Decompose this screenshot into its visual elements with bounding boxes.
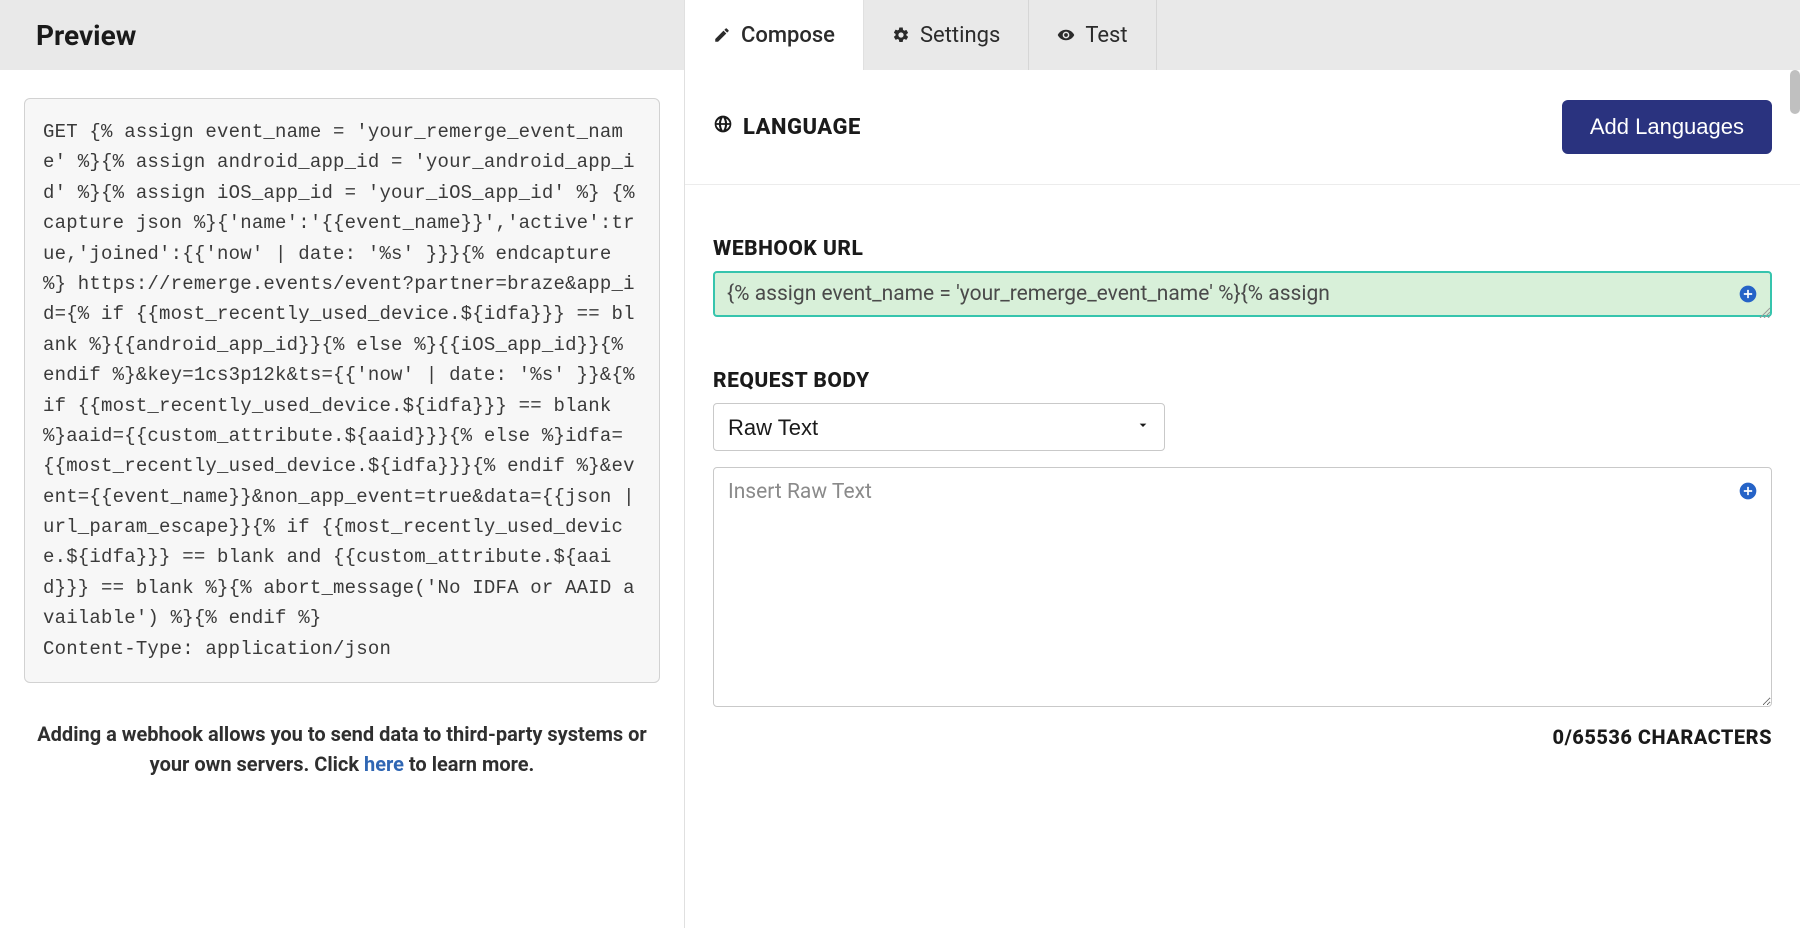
scrollbar-thumb[interactable]: [1790, 70, 1800, 114]
raw-text-wrap: [713, 467, 1772, 711]
webhook-url-input[interactable]: [713, 271, 1772, 317]
tab-settings[interactable]: Settings: [864, 0, 1029, 70]
preview-footer-post: to learn more.: [404, 752, 534, 776]
add-personalization-body-icon[interactable]: [1738, 481, 1758, 501]
character-counter: 0/65536 CHARACTERS: [713, 725, 1772, 749]
gear-icon: [892, 26, 910, 44]
language-row: LANGUAGE Add Languages: [685, 70, 1800, 185]
request-body-label: REQUEST BODY: [713, 369, 1772, 393]
tabs: Compose Settings Test: [685, 0, 1800, 70]
pencil-icon: [713, 26, 731, 44]
add-personalization-icon[interactable]: [1738, 284, 1758, 304]
learn-more-link[interactable]: here: [364, 752, 404, 776]
add-languages-button[interactable]: Add Languages: [1562, 100, 1772, 154]
tab-compose-label: Compose: [741, 23, 835, 48]
webhook-url-wrap: [713, 271, 1772, 317]
editor-panel: Compose Settings Test: [684, 0, 1800, 928]
tab-compose[interactable]: Compose: [685, 0, 864, 70]
preview-title: Preview: [36, 19, 136, 52]
raw-text-textarea[interactable]: [713, 467, 1772, 707]
preview-panel: Preview GET {% assign event_name = 'your…: [0, 0, 684, 928]
preview-footer: Adding a webhook allows you to send data…: [24, 719, 660, 779]
tab-settings-label: Settings: [920, 23, 1000, 48]
preview-body: GET {% assign event_name = 'your_remerge…: [24, 98, 660, 683]
tab-test-label: Test: [1085, 23, 1127, 48]
compose-content: LANGUAGE Add Languages WEBHOOK URL REQUE…: [685, 70, 1800, 749]
preview-footer-pre: Adding a webhook allows you to send data…: [37, 722, 647, 776]
request-body-select-wrap: Raw Text: [713, 403, 1165, 451]
tabs-spacer: [1157, 0, 1800, 70]
preview-header: Preview: [0, 0, 684, 70]
language-label: LANGUAGE: [713, 114, 861, 140]
app-root: Preview GET {% assign event_name = 'your…: [0, 0, 1800, 928]
language-label-text: LANGUAGE: [743, 115, 861, 140]
request-body-select[interactable]: Raw Text: [713, 403, 1165, 451]
globe-icon: [713, 114, 733, 140]
webhook-url-label: WEBHOOK URL: [713, 237, 1772, 261]
eye-icon: [1057, 26, 1075, 44]
tab-test[interactable]: Test: [1029, 0, 1156, 70]
